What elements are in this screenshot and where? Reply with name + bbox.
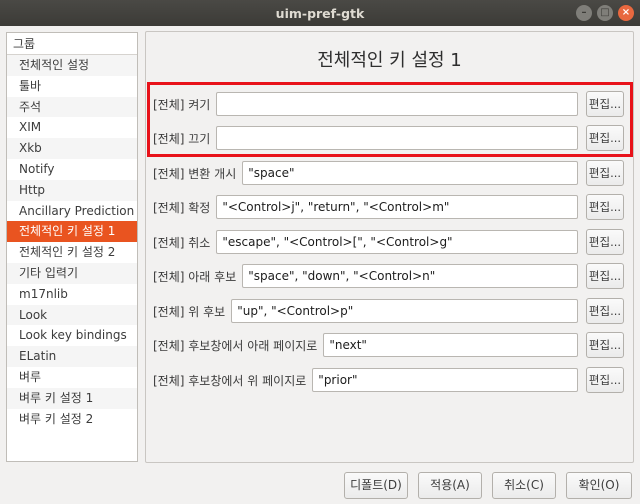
sidebar-item-m17nlib[interactable]: m17nlib <box>7 284 137 305</box>
sidebar-item-xkb[interactable]: Xkb <box>7 138 137 159</box>
sidebar-item-look-key-bindings[interactable]: Look key bindings <box>7 325 137 346</box>
edit-button[interactable]: 편집... <box>586 298 624 324</box>
edit-button[interactable]: 편집... <box>586 125 624 151</box>
setting-label: [전체] 끄기 <box>153 131 211 146</box>
setting-label: [전체] 켜기 <box>153 97 211 112</box>
setting-value-field[interactable]: "next" <box>323 333 578 357</box>
sidebar-item-elatin[interactable]: ELatin <box>7 346 137 367</box>
preferences-window: uim-pref-gtk – □ × 그룹 전체적인 설정 툴바 주석 XIM … <box>0 0 640 504</box>
setting-value-field[interactable]: "space" <box>242 161 578 185</box>
setting-value-field[interactable] <box>216 92 578 116</box>
title-bar[interactable]: uim-pref-gtk – □ × <box>0 0 640 26</box>
sidebar-item-global-keys-2[interactable]: 전체적인 키 설정 2 <box>7 242 137 263</box>
setting-label: [전체] 변환 개시 <box>153 166 237 181</box>
apply-button[interactable]: 적용(A) <box>418 472 482 499</box>
setting-value-field[interactable]: "<Control>j", "return", "<Control>m" <box>216 195 578 219</box>
setting-row-prev-page: [전체] 후보창에서 위 페이지로 "prior" 편집... <box>153 367 624 393</box>
edit-button[interactable]: 편집... <box>586 367 624 393</box>
setting-label: [전체] 확정 <box>153 200 211 215</box>
sidebar-item-byeoru-keys-2[interactable]: 벼루 키 설정 2 <box>7 409 137 430</box>
defaults-button[interactable]: 디폴트(D) <box>344 472 408 499</box>
setting-row-cancel: [전체] 취소 "escape", "<Control>[", "<Contro… <box>153 229 624 255</box>
sidebar-item-global-keys-1[interactable]: 전체적인 키 설정 1 <box>7 221 137 243</box>
sidebar-item-toolbar[interactable]: 툴바 <box>7 76 137 97</box>
edit-button[interactable]: 편집... <box>586 263 624 289</box>
edit-button[interactable]: 편집... <box>586 91 624 117</box>
setting-row-begin-conv: [전체] 변환 개시 "space" 편집... <box>153 160 624 186</box>
setting-value-field[interactable]: "up", "<Control>p" <box>231 299 578 323</box>
sidebar-item-look[interactable]: Look <box>7 304 137 326</box>
setting-row-next-page: [전체] 후보창에서 아래 페이지로 "next" 편집... <box>153 332 624 358</box>
setting-row-next-candidate: [전체] 아래 후보 "space", "down", "<Control>n"… <box>153 263 624 289</box>
setting-value-field[interactable]: "prior" <box>312 368 578 392</box>
sidebar-item-byeoru-keys-1[interactable]: 벼루 키 설정 1 <box>7 387 137 409</box>
group-list-header[interactable]: 그룹 <box>7 33 137 55</box>
setting-value-field[interactable]: "escape", "<Control>[", "<Control>g" <box>216 230 578 254</box>
cancel-button[interactable]: 취소(C) <box>492 472 556 499</box>
edit-button[interactable]: 편집... <box>586 332 624 358</box>
page-title: 전체적인 키 설정 1 <box>317 50 462 71</box>
group-list: 그룹 전체적인 설정 툴바 주석 XIM Xkb Notify Http Anc… <box>6 32 138 462</box>
maximize-icon[interactable]: □ <box>597 5 613 21</box>
edit-button[interactable]: 편집... <box>586 194 624 220</box>
sidebar-item-http[interactable]: Http <box>7 179 137 201</box>
ok-button[interactable]: 확인(O) <box>566 472 632 499</box>
edit-button[interactable]: 편집... <box>586 160 624 186</box>
close-icon[interactable]: × <box>618 5 634 21</box>
setting-value-field[interactable]: "space", "down", "<Control>n" <box>242 264 578 288</box>
window-title: uim-pref-gtk <box>275 5 365 21</box>
setting-row-prev-candidate: [전체] 위 후보 "up", "<Control>p" 편집... <box>153 298 624 324</box>
setting-label: [전체] 위 후보 <box>153 304 226 319</box>
setting-label: [전체] 후보창에서 위 페이지로 <box>153 373 307 388</box>
setting-label: [전체] 아래 후보 <box>153 269 237 284</box>
sidebar-item-annotation[interactable]: 주석 <box>7 96 137 118</box>
group-list-items: 전체적인 설정 툴바 주석 XIM Xkb Notify Http Ancill… <box>7 55 137 429</box>
sidebar-item-global-settings[interactable]: 전체적인 설정 <box>7 55 137 76</box>
sidebar-item-other-input-methods[interactable]: 기타 입력기 <box>7 262 137 284</box>
setting-row-on: [전체] 켜기 편집... <box>153 91 624 117</box>
setting-label: [전체] 후보창에서 아래 페이지로 <box>153 338 318 353</box>
setting-value-field[interactable] <box>216 126 578 150</box>
settings-panel: 전체적인 키 설정 1 [전체] 켜기 편집... [전체] 끄기 편집... … <box>145 31 634 463</box>
setting-row-commit: [전체] 확정 "<Control>j", "return", "<Contro… <box>153 194 624 220</box>
sidebar-item-notify[interactable]: Notify <box>7 159 137 180</box>
edit-button[interactable]: 편집... <box>586 229 624 255</box>
setting-label: [전체] 취소 <box>153 235 211 250</box>
minimize-icon[interactable]: – <box>576 5 592 21</box>
sidebar-item-ancillary-prediction[interactable]: Ancillary Prediction <box>7 201 137 222</box>
setting-row-off: [전체] 끄기 편집... <box>153 125 624 151</box>
sidebar-item-xim[interactable]: XIM <box>7 117 137 138</box>
window-controls: – □ × <box>576 5 634 21</box>
sidebar-item-byeoru[interactable]: 벼루 <box>7 367 137 388</box>
